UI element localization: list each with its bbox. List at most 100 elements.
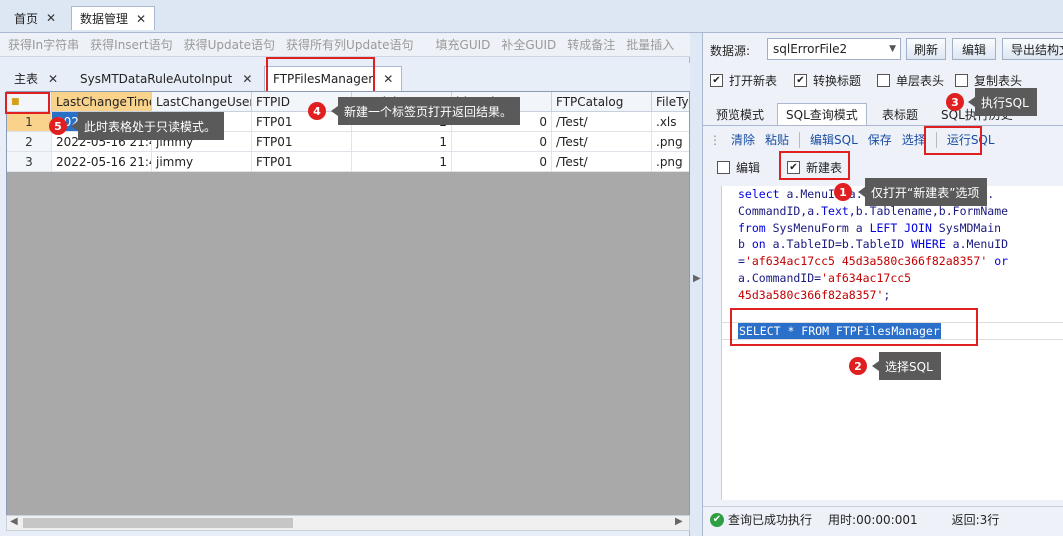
edit-checkbox[interactable]: 编辑 bbox=[717, 159, 760, 176]
toolbar-to-remark[interactable]: 转成备注 bbox=[567, 36, 615, 53]
grid-cell[interactable]: 1 bbox=[352, 132, 452, 152]
tab-table-title[interactable]: 表标题 bbox=[874, 103, 926, 125]
status-message: 查询已成功执行 bbox=[728, 513, 813, 527]
toolbar-grip-icon: ⋮ bbox=[709, 132, 721, 147]
save-button[interactable]: 保存 bbox=[868, 131, 892, 148]
checkbox[interactable] bbox=[717, 161, 730, 174]
row-number[interactable]: 3 bbox=[7, 152, 52, 172]
scroll-thumb[interactable] bbox=[23, 518, 293, 528]
column-header[interactable]: LastChangeTime bbox=[52, 92, 152, 112]
close-icon[interactable]: ✕ bbox=[242, 72, 252, 86]
tab-main-table[interactable]: 主表 ✕ bbox=[6, 66, 66, 91]
edit-sql-button[interactable]: 编辑SQL bbox=[810, 131, 858, 148]
close-icon[interactable]: ✕ bbox=[136, 12, 146, 26]
grid-cell[interactable]: FTP01 bbox=[252, 132, 352, 152]
column-header[interactable]: LastChangeUser bbox=[152, 92, 252, 112]
horizontal-scrollbar[interactable]: ◀ ▶ bbox=[6, 515, 690, 531]
toolbar-get-update[interactable]: 获得Update语句 bbox=[184, 36, 275, 53]
export-structure-button[interactable]: 导出结构文 bbox=[1002, 38, 1063, 60]
scroll-left-icon[interactable]: ◀ bbox=[10, 516, 18, 527]
scroll-right-icon[interactable]: ▶ bbox=[675, 516, 683, 527]
paste-button[interactable]: 粘贴 bbox=[765, 131, 789, 148]
grid-cell[interactable]: .png bbox=[652, 152, 689, 172]
checkbox[interactable] bbox=[877, 74, 890, 87]
checkbox[interactable]: ✔ bbox=[794, 74, 807, 87]
toolbar-get-all-update[interactable]: 获得所有列Update语句 bbox=[286, 36, 413, 53]
toolbar-overflow-icon[interactable]: ⋮ bbox=[685, 38, 690, 52]
grid-cell[interactable]: .xls bbox=[652, 112, 689, 132]
annotation-text: 此时表格处于只读模式。 bbox=[78, 112, 225, 140]
close-icon[interactable]: ✕ bbox=[48, 72, 58, 86]
grid-cell[interactable]: /Test/ bbox=[552, 152, 652, 172]
step-badge: 1 bbox=[834, 183, 852, 201]
grid-cell[interactable]: .png bbox=[652, 132, 689, 152]
grid-cell[interactable]: 0 bbox=[452, 152, 552, 172]
annotation-3: 3 执行SQL bbox=[946, 88, 1037, 116]
column-header[interactable]: FileTyp bbox=[652, 92, 689, 112]
step-badge: 4 bbox=[308, 102, 326, 120]
checkbox[interactable]: ✔ bbox=[710, 74, 723, 87]
grid-cell[interactable]: /Test/ bbox=[552, 132, 652, 152]
toolbar-get-insert[interactable]: 获得Insert语句 bbox=[90, 36, 172, 53]
grid-cell[interactable]: 0 bbox=[452, 132, 552, 152]
tab-home[interactable]: 首页 ✕ bbox=[6, 6, 64, 30]
grid-cell[interactable]: /Test/ bbox=[552, 112, 652, 132]
time-label: 用时: bbox=[828, 513, 857, 527]
toolbar-complete-guid[interactable]: 补全GUID bbox=[501, 36, 556, 53]
toolbar-fill-guid[interactable]: 填充GUID bbox=[436, 36, 491, 53]
step-badge: 5 bbox=[49, 117, 67, 135]
highlight-new-tab bbox=[266, 57, 375, 93]
collapse-icon[interactable]: ▶ bbox=[693, 273, 701, 284]
annotation-1: 1 仅打开“新建表”选项 bbox=[834, 178, 988, 206]
highlight-run-sql bbox=[924, 126, 982, 155]
highlight-new-table bbox=[779, 151, 850, 180]
datasource-label: 数据源: bbox=[710, 44, 751, 58]
close-icon[interactable]: ✕ bbox=[46, 11, 56, 25]
callout-arrow bbox=[71, 121, 78, 131]
annotation-4: 4 新建一个标签页打开返回结果。 bbox=[308, 97, 521, 125]
grid-cell[interactable]: jimmy bbox=[152, 152, 252, 172]
checkbox[interactable] bbox=[955, 74, 968, 87]
callout-arrow bbox=[872, 361, 879, 371]
step-badge: 2 bbox=[849, 357, 867, 375]
top-tab-bar bbox=[0, 0, 1063, 33]
highlight-row-header bbox=[5, 92, 50, 114]
tab-preview-mode[interactable]: 预览模式 bbox=[708, 103, 772, 125]
row-number[interactable]: 1 bbox=[7, 112, 52, 132]
refresh-button[interactable]: 刷新 bbox=[906, 38, 946, 60]
option-single-header[interactable]: 单层表头 bbox=[877, 72, 944, 89]
annotation-2: 2 选择SQL bbox=[849, 352, 941, 380]
annotation-text: 仅打开“新建表”选项 bbox=[865, 178, 988, 206]
panel-splitter[interactable]: ▶ bbox=[691, 33, 703, 536]
option-copy-header[interactable]: 复制表头 bbox=[955, 72, 1022, 89]
step-badge: 3 bbox=[946, 93, 964, 111]
column-header[interactable]: FTPCatalog bbox=[552, 92, 652, 112]
data-grid[interactable]: ■ LastChangeTime LastChangeUser FTPID Us… bbox=[6, 91, 690, 516]
highlight-selected-sql bbox=[730, 308, 978, 346]
rows-label: 返回: bbox=[951, 513, 980, 527]
option-open-new-table[interactable]: ✔ 打开新表 bbox=[710, 72, 777, 89]
row-number[interactable]: 2 bbox=[7, 132, 52, 152]
toolbar-separator bbox=[799, 131, 801, 148]
clear-button[interactable]: 清除 bbox=[731, 131, 755, 148]
tab-sql-query-mode[interactable]: SQL查询模式 bbox=[777, 103, 867, 125]
chevron-down-icon: ▼ bbox=[889, 44, 896, 54]
grid-cell[interactable]: 2022-05-16 21:4 bbox=[52, 152, 152, 172]
grid-cell[interactable]: FTP01 bbox=[252, 152, 352, 172]
tab-data-manage[interactable]: 数据管理 ✕ bbox=[71, 6, 156, 30]
time-value: 00:00:001 bbox=[856, 512, 918, 527]
select-button[interactable]: 选择 bbox=[902, 131, 926, 148]
tab-sysmtdatarule[interactable]: SysMTDataRuleAutoInput ✕ bbox=[72, 66, 260, 91]
toolbar-get-in-string[interactable]: 获得In字符串 bbox=[8, 36, 79, 53]
rows-value: 3行 bbox=[979, 513, 1000, 527]
edit-datasource-button[interactable]: 编辑 bbox=[952, 38, 996, 60]
close-icon[interactable]: ✕ bbox=[383, 72, 393, 86]
option-convert-title[interactable]: ✔ 转换标题 bbox=[794, 72, 861, 89]
toolbar-batch-insert[interactable]: 批量插入 bbox=[626, 36, 674, 53]
annotation-text: 新建一个标签页打开返回结果。 bbox=[338, 97, 521, 125]
grid-cell[interactable]: 1 bbox=[352, 152, 452, 172]
callout-arrow bbox=[331, 106, 338, 116]
success-icon: ✔ bbox=[710, 512, 724, 527]
datasource-select[interactable]: sqlErrorFile2 ▼ bbox=[767, 38, 901, 60]
callout-arrow bbox=[858, 187, 865, 197]
